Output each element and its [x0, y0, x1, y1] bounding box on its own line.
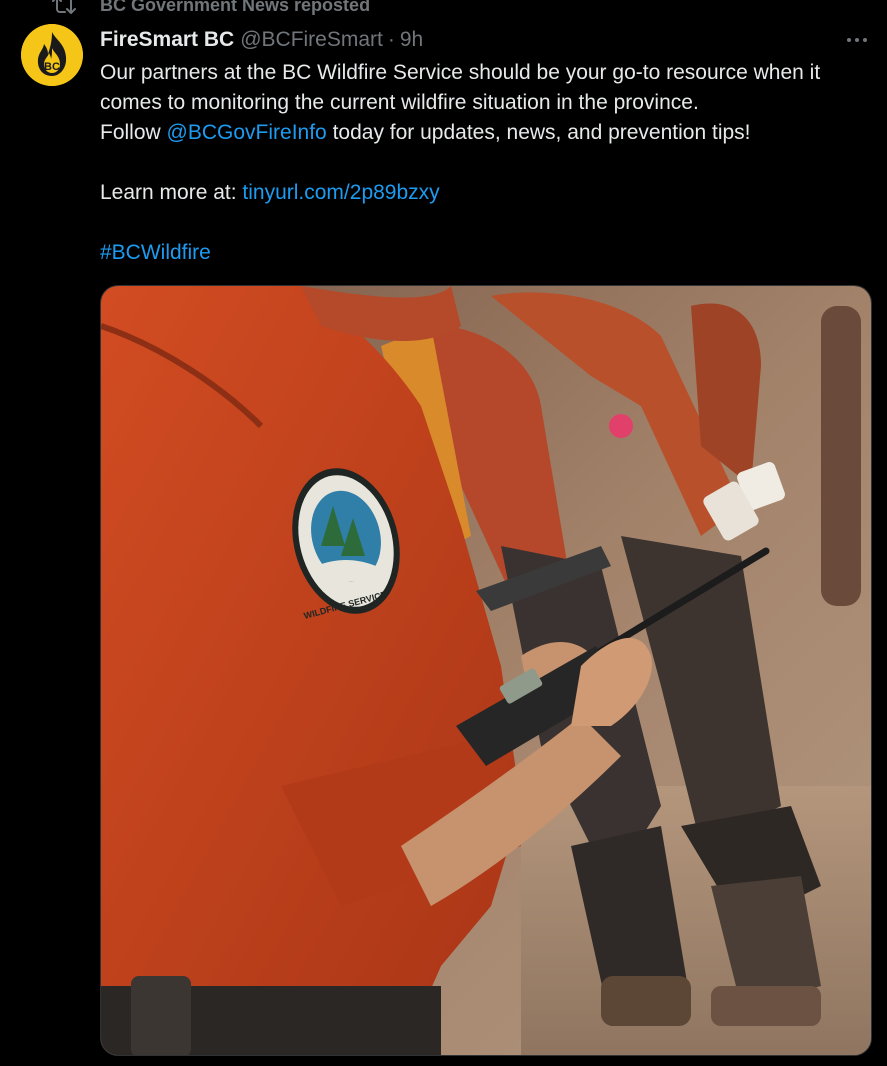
tweet-header: FireSmart BC @BCFireSmart · 9h [100, 26, 423, 54]
tweet-text: Our partners at the BC Wildfire Service … [100, 58, 870, 268]
avatar-initials: BC [44, 61, 60, 73]
photo-illustration: WILDFIRE SERVICE [101, 286, 871, 1055]
mention-link[interactable]: @BCGovFireInfo [167, 121, 327, 144]
follow-prefix: Follow [100, 121, 167, 144]
hashtag-link[interactable]: #BCWildfire [100, 241, 211, 264]
url-link[interactable]: tinyurl.com/2p89bzxy [242, 181, 439, 204]
tweet-learn-line: Learn more at: tinyurl.com/2p89bzxy [100, 178, 870, 208]
flame-icon: BC [21, 24, 83, 86]
more-button[interactable] [843, 28, 871, 52]
tweet-hashtag-line: #BCWildfire [100, 238, 870, 268]
separator: · [387, 28, 395, 51]
repost-label: BC Government News reposted [100, 0, 371, 15]
avatar[interactable]: BC [21, 24, 83, 86]
learn-prefix: Learn more at: [100, 181, 243, 204]
user-handle[interactable]: @BCFireSmart [240, 28, 383, 52]
display-name[interactable]: FireSmart BC [100, 28, 234, 52]
repost-indicator[interactable]: BC Government News reposted [52, 0, 370, 17]
timestamp[interactable]: 9h [400, 28, 423, 52]
more-icon [847, 38, 867, 42]
follow-suffix: today for updates, news, and prevention … [326, 121, 751, 144]
tweet-follow-line: Follow @BCGovFireInfo today for updates,… [100, 118, 870, 148]
tweet-line: Our partners at the BC Wildfire Service … [100, 61, 821, 114]
tweet-photo[interactable]: WILDFIRE SERVICE [100, 285, 872, 1056]
repost-icon [52, 0, 76, 14]
